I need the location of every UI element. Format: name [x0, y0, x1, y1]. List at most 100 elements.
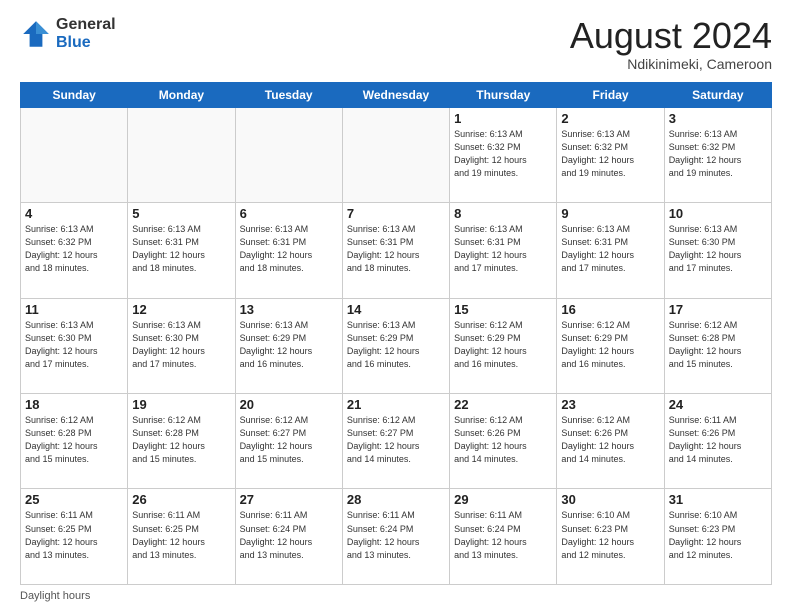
day-number: 18 — [25, 397, 123, 412]
day-number: 23 — [561, 397, 659, 412]
day-info: Sunrise: 6:13 AMSunset: 6:31 PMDaylight:… — [454, 223, 552, 275]
day-number: 2 — [561, 111, 659, 126]
day-info: Sunrise: 6:12 AMSunset: 6:29 PMDaylight:… — [561, 319, 659, 371]
day-info: Sunrise: 6:12 AMSunset: 6:29 PMDaylight:… — [454, 319, 552, 371]
logo-general: General — [56, 16, 116, 34]
day-info: Sunrise: 6:13 AMSunset: 6:31 PMDaylight:… — [347, 223, 445, 275]
day-number: 11 — [25, 302, 123, 317]
calendar-cell: 8 Sunrise: 6:13 AMSunset: 6:31 PMDaylight… — [450, 203, 557, 298]
calendar-cell: 9 Sunrise: 6:13 AMSunset: 6:31 PMDaylight… — [557, 203, 664, 298]
logo-text: General Blue — [56, 16, 116, 51]
day-info: Sunrise: 6:13 AMSunset: 6:31 PMDaylight:… — [132, 223, 230, 275]
calendar-cell: 17Sunrise: 6:12 AMSunset: 6:28 PMDayligh… — [664, 298, 771, 393]
month-title: August 2024 — [570, 16, 772, 56]
day-number: 8 — [454, 206, 552, 221]
day-number: 6 — [240, 206, 338, 221]
day-info: Sunrise: 6:13 AMSunset: 6:30 PMDaylight:… — [132, 319, 230, 371]
day-info: Sunrise: 6:12 AMSunset: 6:28 PMDaylight:… — [25, 414, 123, 466]
day-header: Monday — [128, 82, 235, 107]
day-number: 24 — [669, 397, 767, 412]
logo-icon — [20, 18, 52, 50]
day-header: Saturday — [664, 82, 771, 107]
calendar-cell: 11 Sunrise: 6:13 AMSunset: 6:30 PMDayligh… — [21, 298, 128, 393]
day-number: 9 — [561, 206, 659, 221]
day-info: Sunrise: 6:11 AMSunset: 6:24 PMDaylight:… — [347, 509, 445, 561]
day-info: Sunrise: 6:12 AMSunset: 6:27 PMDaylight:… — [240, 414, 338, 466]
day-number: 28 — [347, 492, 445, 507]
calendar-cell: 10 Sunrise: 6:13 AMSunset: 6:30 PMDayligh… — [664, 203, 771, 298]
day-header: Wednesday — [342, 82, 449, 107]
calendar-cell: 3Sunrise: 6:13 AMSunset: 6:32 PMDaylight… — [664, 107, 771, 202]
day-number: 16 — [561, 302, 659, 317]
day-header: Friday — [557, 82, 664, 107]
calendar-cell: 4Sunrise: 6:13 AMSunset: 6:32 PMDaylight… — [21, 203, 128, 298]
day-number: 10 — [669, 206, 767, 221]
day-info: Sunrise: 6:12 AMSunset: 6:27 PMDaylight:… — [347, 414, 445, 466]
day-number: 29 — [454, 492, 552, 507]
day-info: Sunrise: 6:11 AMSunset: 6:26 PMDaylight:… — [669, 414, 767, 466]
day-info: Sunrise: 6:12 AMSunset: 6:26 PMDaylight:… — [561, 414, 659, 466]
footer-note: Daylight hours — [20, 590, 772, 602]
day-info: Sunrise: 6:13 AMSunset: 6:31 PMDaylight:… — [240, 223, 338, 275]
calendar-cell — [128, 107, 235, 202]
day-info: Sunrise: 6:13 AMSunset: 6:32 PMDaylight:… — [561, 128, 659, 180]
day-number: 7 — [347, 206, 445, 221]
day-number: 22 — [454, 397, 552, 412]
day-info: Sunrise: 6:13 AMSunset: 6:30 PMDaylight:… — [669, 223, 767, 275]
day-number: 20 — [240, 397, 338, 412]
calendar-week-row: 4Sunrise: 6:13 AMSunset: 6:32 PMDaylight… — [21, 203, 772, 298]
day-number: 17 — [669, 302, 767, 317]
calendar-cell: 24 Sunrise: 6:11 AMSunset: 6:26 PMDayligh… — [664, 394, 771, 489]
calendar-cell: 23 Sunrise: 6:12 AMSunset: 6:26 PMDayligh… — [557, 394, 664, 489]
header: General Blue August 2024 Ndikinimeki, Ca… — [20, 16, 772, 72]
day-info: Sunrise: 6:13 AMSunset: 6:31 PMDaylight:… — [561, 223, 659, 275]
day-header: Tuesday — [235, 82, 342, 107]
day-info: Sunrise: 6:13 AMSunset: 6:30 PMDaylight:… — [25, 319, 123, 371]
calendar-cell: 1Sunrise: 6:13 AMSunset: 6:32 PMDaylight… — [450, 107, 557, 202]
day-info: Sunrise: 6:11 AMSunset: 6:25 PMDaylight:… — [132, 509, 230, 561]
day-info: Sunrise: 6:11 AMSunset: 6:24 PMDaylight:… — [240, 509, 338, 561]
calendar-cell: 28 Sunrise: 6:11 AMSunset: 6:24 PMDayligh… — [342, 489, 449, 585]
calendar-cell: 27 Sunrise: 6:11 AMSunset: 6:24 PMDayligh… — [235, 489, 342, 585]
calendar-cell: 20 Sunrise: 6:12 AMSunset: 6:27 PMDayligh… — [235, 394, 342, 489]
page: General Blue August 2024 Ndikinimeki, Ca… — [0, 0, 792, 612]
calendar-cell: 19Sunrise: 6:12 AMSunset: 6:28 PMDayligh… — [128, 394, 235, 489]
calendar-week-row: 11 Sunrise: 6:13 AMSunset: 6:30 PMDayligh… — [21, 298, 772, 393]
day-number: 27 — [240, 492, 338, 507]
day-info: Sunrise: 6:13 AMSunset: 6:32 PMDaylight:… — [454, 128, 552, 180]
day-info: Sunrise: 6:11 AMSunset: 6:24 PMDaylight:… — [454, 509, 552, 561]
calendar-cell: 13Sunrise: 6:13 AMSunset: 6:29 PMDayligh… — [235, 298, 342, 393]
calendar-cell: 5 Sunrise: 6:13 AMSunset: 6:31 PMDaylight… — [128, 203, 235, 298]
logo: General Blue — [20, 16, 116, 51]
day-number: 31 — [669, 492, 767, 507]
calendar-cell: 29 Sunrise: 6:11 AMSunset: 6:24 PMDayligh… — [450, 489, 557, 585]
calendar-cell: 30Sunrise: 6:10 AMSunset: 6:23 PMDayligh… — [557, 489, 664, 585]
calendar-cell: 7 Sunrise: 6:13 AMSunset: 6:31 PMDaylight… — [342, 203, 449, 298]
calendar-table: SundayMondayTuesdayWednesdayThursdayFrid… — [20, 82, 772, 585]
calendar-cell: 26 Sunrise: 6:11 AMSunset: 6:25 PMDayligh… — [128, 489, 235, 585]
calendar-cell: 22Sunrise: 6:12 AMSunset: 6:26 PMDayligh… — [450, 394, 557, 489]
day-number: 14 — [347, 302, 445, 317]
logo-blue: Blue — [56, 34, 116, 52]
calendar-cell: 15 Sunrise: 6:12 AMSunset: 6:29 PMDayligh… — [450, 298, 557, 393]
day-number: 26 — [132, 492, 230, 507]
calendar-cell: 21 Sunrise: 6:12 AMSunset: 6:27 PMDayligh… — [342, 394, 449, 489]
day-info: Sunrise: 6:11 AMSunset: 6:25 PMDaylight:… — [25, 509, 123, 561]
calendar-cell: 31Sunrise: 6:10 AMSunset: 6:23 PMDayligh… — [664, 489, 771, 585]
calendar-week-row: 18 Sunrise: 6:12 AMSunset: 6:28 PMDayligh… — [21, 394, 772, 489]
day-number: 21 — [347, 397, 445, 412]
calendar-cell: 25Sunrise: 6:11 AMSunset: 6:25 PMDayligh… — [21, 489, 128, 585]
calendar-cell: 18 Sunrise: 6:12 AMSunset: 6:28 PMDayligh… — [21, 394, 128, 489]
calendar-cell: 16 Sunrise: 6:12 AMSunset: 6:29 PMDayligh… — [557, 298, 664, 393]
day-number: 30 — [561, 492, 659, 507]
calendar-week-row: 1Sunrise: 6:13 AMSunset: 6:32 PMDaylight… — [21, 107, 772, 202]
day-info: Sunrise: 6:13 AMSunset: 6:29 PMDaylight:… — [240, 319, 338, 371]
day-info: Sunrise: 6:13 AMSunset: 6:32 PMDaylight:… — [669, 128, 767, 180]
day-number: 5 — [132, 206, 230, 221]
day-info: Sunrise: 6:13 AMSunset: 6:29 PMDaylight:… — [347, 319, 445, 371]
calendar-week-row: 25Sunrise: 6:11 AMSunset: 6:25 PMDayligh… — [21, 489, 772, 585]
day-header: Sunday — [21, 82, 128, 107]
day-number: 15 — [454, 302, 552, 317]
calendar-cell — [342, 107, 449, 202]
day-number: 4 — [25, 206, 123, 221]
